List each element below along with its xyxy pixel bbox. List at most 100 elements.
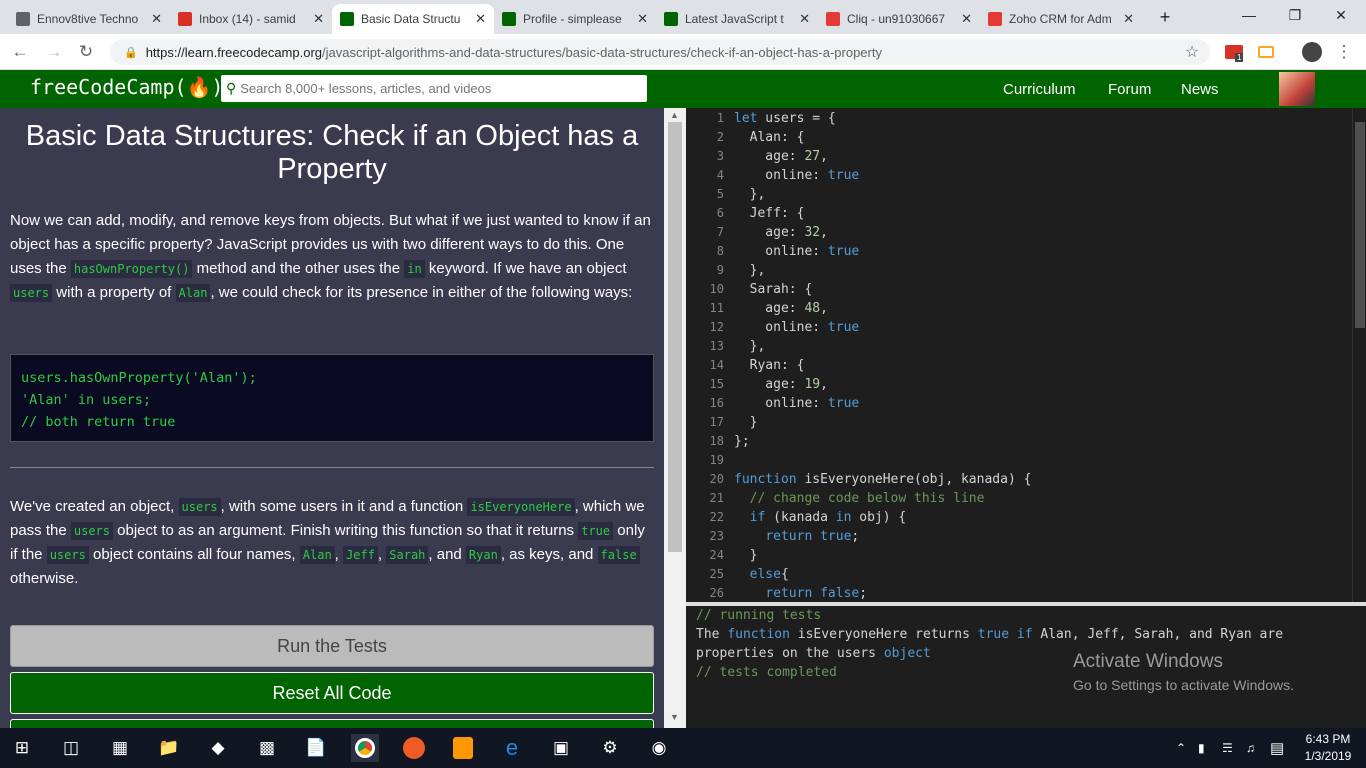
more-button[interactable] — [10, 719, 654, 728]
browser-tab-bar: Ennov8tive Techno ✕ Inbox (14) - samid ✕ Bas… — [0, 0, 1366, 34]
close-tab-icon[interactable]: ✕ — [313, 11, 324, 27]
close-window-icon[interactable]: ✕ — [1318, 0, 1364, 30]
scroll-up-icon[interactable]: ▲ — [670, 110, 679, 120]
system-clock[interactable]: 6:43 PM 1/3/2019 — [1300, 731, 1356, 765]
code-line[interactable]: age: 32, — [734, 223, 828, 242]
notes-icon[interactable]: ▣ — [547, 734, 575, 762]
code-line[interactable]: online: true — [734, 242, 859, 261]
line-number: 24 — [709, 548, 724, 562]
browser-tab[interactable]: Inbox (14) - samid ✕ — [170, 4, 332, 34]
code-line[interactable]: }, — [734, 185, 766, 204]
nav-curriculum[interactable]: Curriculum — [1003, 81, 1076, 98]
edge-icon[interactable]: e — [498, 734, 526, 762]
nav-news[interactable]: News — [1181, 81, 1219, 98]
code-line[interactable]: Sarah: { — [734, 280, 813, 299]
code-line[interactable]: } — [734, 546, 758, 565]
code-line[interactable]: function isEveryoneHere(obj, kanada) { — [734, 470, 1031, 489]
app-grid-icon[interactable]: ▦ — [106, 734, 134, 762]
code-line[interactable]: else{ — [734, 565, 789, 584]
code-line[interactable]: return true; — [734, 527, 859, 546]
fcc-logo[interactable]: freeCodeCamp(🔥) — [30, 75, 223, 99]
code-line[interactable]: } — [734, 413, 758, 432]
code-line[interactable]: Ryan: { — [734, 356, 805, 375]
paint-icon[interactable]: ◉ — [645, 734, 673, 762]
close-tab-icon[interactable]: ✕ — [1123, 11, 1134, 27]
code-editor[interactable]: 1 let users = {2 Alan: {3 age: 27, 4 onlin… — [686, 108, 1366, 602]
code-line[interactable]: if (kanada in obj) { — [734, 508, 907, 527]
code-line[interactable]: }, — [734, 337, 766, 356]
close-tab-icon[interactable]: ✕ — [799, 11, 810, 27]
reset-code-button[interactable]: Reset All Code — [10, 672, 654, 714]
forward-icon[interactable]: → — [42, 40, 66, 64]
minimize-icon[interactable]: — — [1226, 0, 1272, 30]
inline-code: users — [10, 284, 53, 302]
url-field[interactable]: 🔒 https://learn.freecodecamp.org/javascr… — [110, 39, 1210, 65]
bookmark-star-icon[interactable]: ☆ — [1180, 40, 1204, 64]
settings-gear-icon[interactable]: ⚙ — [596, 734, 624, 762]
task-view-icon[interactable]: ◫ — [57, 734, 85, 762]
chrome-icon[interactable] — [351, 734, 379, 762]
windows-start-icon[interactable]: ⊞ — [8, 734, 36, 762]
nav-forum[interactable]: Forum — [1108, 81, 1151, 98]
browser-tab[interactable]: Cliq - un91030667 ✕ — [818, 4, 980, 34]
code-line[interactable]: // change code below this line — [734, 489, 985, 508]
code-line[interactable]: age: 48, — [734, 299, 828, 318]
text-run: We've created an object, — [10, 498, 179, 515]
document-app-icon[interactable]: 📄 — [302, 734, 330, 762]
browser-tab[interactable]: Latest JavaScript t ✕ — [656, 4, 818, 34]
back-icon[interactable]: ← — [8, 40, 32, 64]
browser-tab[interactable]: Ennov8tive Techno ✕ — [8, 4, 170, 34]
terminal-icon[interactable]: ▩ — [253, 734, 281, 762]
console-line: The function isEveryoneHere returns true… — [696, 627, 1284, 642]
browser-tab[interactable]: Zoho CRM for Adm ✕ — [980, 4, 1142, 34]
scroll-thumb[interactable] — [668, 122, 682, 552]
browser-tab[interactable]: Profile - simplease ✕ — [494, 4, 656, 34]
wifi-icon[interactable]: ☴ — [1222, 728, 1233, 768]
code-line[interactable]: return false; — [734, 584, 867, 602]
volume-icon[interactable]: ♫ — [1246, 728, 1255, 768]
code-line: users.hasOwnProperty('Alan'); — [21, 370, 257, 386]
profile-avatar[interactable] — [1300, 40, 1324, 64]
page-icon — [16, 12, 30, 26]
search-box[interactable]: ⚲ — [221, 75, 647, 102]
editor-scroll-thumb[interactable] — [1355, 122, 1365, 328]
extension-icon[interactable]: 1 — [1222, 40, 1246, 64]
menu-dots-icon[interactable]: ⋮ — [1332, 40, 1356, 64]
tray-chevron-icon[interactable]: ⌃ — [1176, 728, 1186, 768]
file-explorer-icon[interactable]: 📁 — [155, 734, 183, 762]
postman-icon[interactable] — [400, 734, 428, 762]
code-line[interactable]: Alan: { — [734, 128, 805, 147]
code-line[interactable]: online: true — [734, 318, 859, 337]
search-input[interactable] — [240, 81, 631, 96]
app-icon[interactable]: ◆ — [204, 734, 232, 762]
close-tab-icon[interactable]: ✕ — [151, 11, 162, 27]
close-tab-icon[interactable]: ✕ — [475, 11, 486, 27]
code-line[interactable]: online: true — [734, 166, 859, 185]
browser-tab[interactable]: Basic Data Structu ✕ — [332, 4, 494, 34]
maximize-icon[interactable]: ❐ — [1272, 0, 1318, 30]
chat-extension-icon[interactable] — [1254, 40, 1278, 64]
code-line[interactable]: }; — [734, 432, 750, 451]
lesson-scrollbar[interactable]: ▲ ▼ — [664, 108, 686, 728]
close-tab-icon[interactable]: ✕ — [637, 11, 648, 27]
line-number: 7 — [716, 225, 724, 239]
lesson-description: Now we can add, modify, and remove keys … — [10, 209, 654, 305]
editor-scrollbar[interactable] — [1352, 108, 1366, 602]
code-line[interactable]: let users = { — [734, 109, 836, 128]
notification-icon[interactable]: ▤ — [1270, 728, 1284, 768]
close-tab-icon[interactable]: ✕ — [961, 11, 972, 27]
code-line[interactable]: age: 19, — [734, 375, 828, 394]
reload-icon[interactable]: ↻ — [74, 40, 98, 64]
code-line[interactable]: age: 27, — [734, 147, 828, 166]
code-line[interactable]: }, — [734, 261, 766, 280]
battery-icon[interactable]: ▮ — [1198, 728, 1205, 768]
run-tests-button[interactable]: Run the Tests — [10, 625, 654, 667]
code-line[interactable]: Jeff: { — [734, 204, 805, 223]
sublime-icon[interactable] — [449, 734, 477, 762]
new-tab-button[interactable]: + — [1142, 2, 1188, 32]
code-line[interactable]: online: true — [734, 394, 859, 413]
user-avatar[interactable] — [1279, 72, 1315, 106]
tab-title: Ennov8tive Techno — [37, 12, 139, 26]
inline-code: true — [578, 522, 614, 540]
scroll-down-icon[interactable]: ▼ — [670, 712, 679, 722]
